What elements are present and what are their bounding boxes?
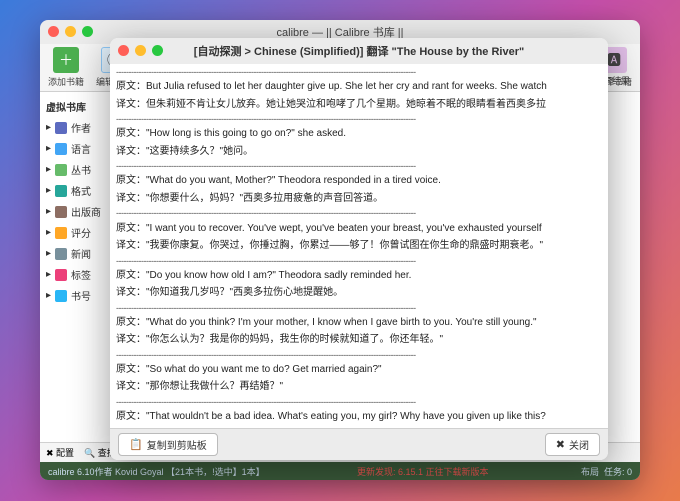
sidebar-item[interactable]: ▸ 出版商 bbox=[40, 201, 121, 222]
status-bar: calibre 6.10作者 Kovid Goyal 【21本书，!选中】1本】… bbox=[40, 462, 640, 480]
target-text: 译文："你怎么认为？我是你的妈妈，我生你的时候就知道了。你还年轻。" bbox=[116, 331, 602, 349]
publisher-icon bbox=[55, 206, 67, 218]
sidebar-virtual[interactable]: 虚拟书库 bbox=[40, 96, 121, 117]
separator: ----------------------------------------… bbox=[116, 255, 602, 267]
format-icon bbox=[55, 185, 67, 197]
source-text: 原文："I want you to recover. You've wept, … bbox=[116, 220, 602, 238]
target-text: 译文："你想要什么，妈妈？"西奥多拉用疲惫的声音回答道。 bbox=[116, 190, 602, 208]
source-text: 原文："What do you think? I'm your mother, … bbox=[116, 314, 602, 332]
sidebar-item[interactable]: ▸ 书号 bbox=[40, 285, 121, 306]
separator: ----------------------------------------… bbox=[116, 302, 602, 314]
close-button[interactable]: ✖ 关闭 bbox=[545, 433, 600, 456]
sidebar-item[interactable]: ▸ 新闻 bbox=[40, 243, 121, 264]
zoom-icon[interactable] bbox=[82, 26, 93, 37]
separator: ----------------------------------------… bbox=[116, 349, 602, 361]
translation-log[interactable]: ----------------------------------------… bbox=[110, 64, 608, 428]
sidebar-item[interactable]: ▸ 语言 bbox=[40, 138, 121, 159]
config-button[interactable]: ✖ 配置 bbox=[46, 446, 74, 459]
target-text: 译文："这要持续多久？"她问。 bbox=[116, 143, 602, 161]
close-icon[interactable] bbox=[48, 26, 59, 37]
source-text: 原文："That wouldn't be a bad idea. What's … bbox=[116, 408, 602, 426]
source-text: 原文：But Julia refused to let her daughter… bbox=[116, 78, 602, 96]
separator: ----------------------------------------… bbox=[116, 113, 602, 125]
separator: ----------------------------------------… bbox=[116, 160, 602, 172]
copy-clipboard-button[interactable]: 📋 复制到剪贴板 bbox=[118, 433, 218, 456]
source-text: 原文："So what do you want me to do? Get ma… bbox=[116, 361, 602, 379]
rating-icon bbox=[55, 227, 67, 239]
add-books-button[interactable]: ＋ 添加书籍 bbox=[46, 47, 86, 88]
zoom-icon[interactable] bbox=[152, 45, 163, 56]
news-icon bbox=[55, 248, 67, 260]
dialog-title: [自动探测 > Chinese (Simplified)] 翻译 "The Ho… bbox=[194, 43, 524, 59]
separator: ----------------------------------------… bbox=[116, 207, 602, 219]
target-text: 译文："你知道我几岁吗？"西奥多拉伤心地提醒她。 bbox=[116, 284, 602, 302]
translate-dialog: [自动探测 > Chinese (Simplified)] 翻译 "The Ho… bbox=[110, 38, 608, 460]
source-text: 原文："Do you know how old I am?" Theodora … bbox=[116, 267, 602, 285]
target-text: 译文："那你想让我做什么？再结婚？" bbox=[116, 378, 602, 396]
separator: ----------------------------------------… bbox=[116, 396, 602, 408]
target-text: 译文：但朱莉娅不肯让女儿放弃。她让她哭泣和咆哮了几个星期。她晾着不眠的眼睛看着西… bbox=[116, 96, 602, 114]
sidebar-item[interactable]: ▸ 丛书 bbox=[40, 159, 121, 180]
dialog-traffic-lights bbox=[118, 45, 163, 56]
sidebar-item[interactable]: ▸ 格式 bbox=[40, 180, 121, 201]
target-text: 译文："我要你康复。你哭过，你捶过胸，你累过——够了！你曾试图在你生命的鼎盛时期… bbox=[116, 237, 602, 255]
source-text: 原文："What do you want, Mother?" Theodora … bbox=[116, 172, 602, 190]
isbn-icon bbox=[55, 290, 67, 302]
traffic-lights bbox=[48, 26, 93, 37]
plus-icon: ＋ bbox=[53, 47, 79, 73]
sidebar-item[interactable]: ▸ 评分 bbox=[40, 222, 121, 243]
language-icon bbox=[55, 143, 67, 155]
sidebar-item[interactable]: ▸ 作者 bbox=[40, 117, 121, 138]
separator: ----------------------------------------… bbox=[116, 66, 602, 78]
minimize-icon[interactable] bbox=[135, 45, 146, 56]
close-x-icon: ✖ bbox=[556, 438, 565, 451]
status-update[interactable]: 更新发现: 6.15.1 正往下载新版本 bbox=[357, 465, 489, 478]
sidebar-item[interactable]: ▸ 标签 bbox=[40, 264, 121, 285]
dialog-titlebar[interactable]: [自动探测 > Chinese (Simplified)] 翻译 "The Ho… bbox=[110, 38, 608, 64]
clipboard-icon: 📋 bbox=[129, 438, 143, 451]
tag-icon bbox=[55, 269, 67, 281]
source-text: 原文："How long is this going to go on?" sh… bbox=[116, 125, 602, 143]
author-icon bbox=[55, 122, 67, 134]
dialog-footer: 📋 复制到剪贴板 ✖ 关闭 bbox=[110, 428, 608, 460]
close-icon[interactable] bbox=[118, 45, 129, 56]
series-icon bbox=[55, 164, 67, 176]
minimize-icon[interactable] bbox=[65, 26, 76, 37]
status-left: calibre 6.10作者 Kovid Goyal 【21本书，!选中】1本】 bbox=[48, 465, 265, 478]
